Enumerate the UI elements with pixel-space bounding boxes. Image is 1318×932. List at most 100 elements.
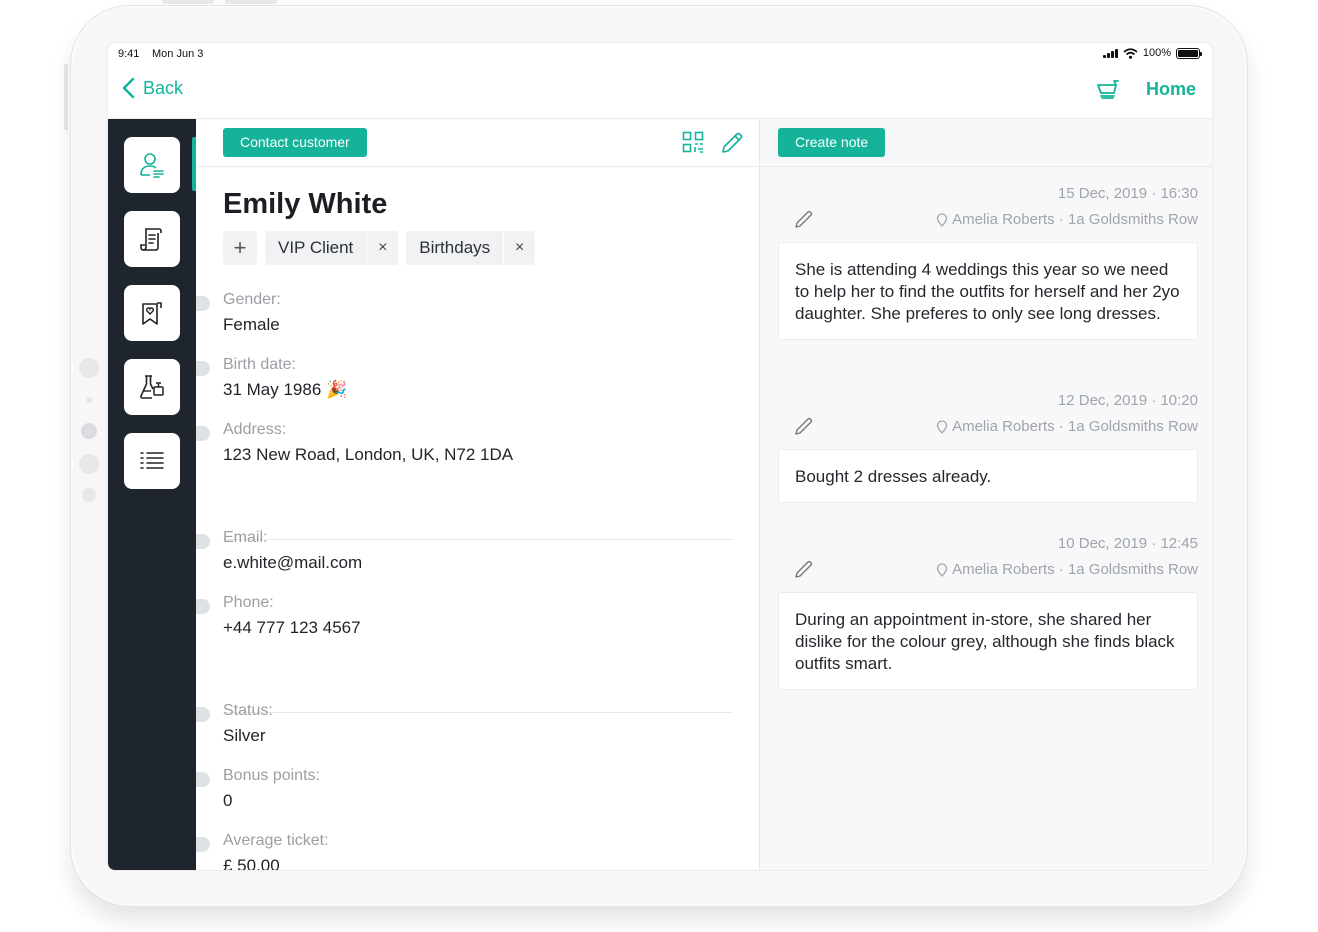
field-label: Average ticket:	[223, 832, 329, 849]
list-icon	[140, 452, 164, 469]
location-pin-icon	[936, 562, 948, 577]
notes-panel: Create note 15 Dec, 2019 · 16:30 Amelia …	[759, 119, 1212, 870]
field-average-ticket: Average ticket: £ 50.00	[196, 832, 329, 871]
field-marker	[196, 361, 210, 376]
receipt-icon	[140, 228, 162, 251]
field-label: Birth date:	[223, 356, 296, 373]
customer-profile-icon	[140, 153, 164, 178]
sidebar	[108, 119, 196, 870]
device-camera-dot	[79, 358, 99, 378]
field-marker	[196, 426, 210, 441]
sidebar-item-purchases[interactable]	[124, 211, 180, 267]
app-screen: 9:41 Mon Jun 3 100% Back Home Contact cu…	[107, 42, 1213, 871]
device-side-button	[64, 64, 68, 130]
tag-chip: VIP Client ×	[265, 231, 399, 265]
tag-chip: Birthdays ×	[406, 231, 536, 265]
device-sensor-dot	[86, 397, 92, 403]
field-label: Address:	[223, 421, 287, 438]
location-pin-icon	[936, 212, 948, 227]
note-card[interactable]: During an appointment in-store, she shar…	[778, 592, 1198, 690]
customer-details-panel: Contact customer Emily White + VIP Clien…	[196, 119, 759, 871]
section-divider	[223, 712, 733, 713]
note-datetime: 15 Dec, 2019 · 16:30	[1057, 185, 1198, 202]
samples-icon	[140, 375, 164, 399]
notes-toolbar: Create note	[760, 119, 1212, 167]
field-gender: Gender: Female	[196, 291, 281, 341]
field-label: Status:	[223, 702, 273, 719]
battery-icon	[1176, 47, 1202, 59]
field-email: Email: e.white@mail.com	[196, 529, 362, 579]
cart-icon	[1097, 80, 1119, 99]
field-value: 31 May 1986 🎉	[223, 380, 348, 399]
field-marker	[196, 599, 210, 614]
edit-note-icon[interactable]	[794, 559, 814, 579]
navigation-bar: Back Home	[108, 65, 1212, 119]
field-marker	[196, 772, 210, 787]
note-item: 12 Dec, 2019 · 10:20 Amelia Roberts · 1a…	[778, 392, 1198, 503]
field-birth-date: Birth date: 31 May 1986 🎉	[196, 356, 348, 406]
wishlist-icon	[142, 302, 162, 325]
note-item: 10 Dec, 2019 · 12:45 Amelia Roberts · 1a…	[778, 535, 1198, 690]
note-datetime: 12 Dec, 2019 · 10:20	[1057, 392, 1198, 409]
tag-label: Birthdays	[419, 238, 491, 257]
device-sensor-dot	[82, 488, 96, 502]
device-volume-button	[162, 0, 214, 4]
field-label: Bonus points:	[223, 767, 320, 784]
note-author-location: Amelia Roberts · 1a Goldsmiths Row	[952, 211, 1198, 228]
cart-button[interactable]	[1096, 78, 1120, 107]
field-marker	[196, 837, 210, 852]
tag-list: + VIP Client × Birthdays ×	[223, 231, 536, 265]
chevron-left-icon	[122, 77, 135, 99]
create-note-button[interactable]: Create note	[778, 128, 886, 157]
location-pin-icon	[936, 419, 948, 434]
status-bar: 9:41 Mon Jun 3 100%	[108, 43, 1212, 65]
note-item: 15 Dec, 2019 · 16:30 Amelia Roberts · 1a…	[778, 185, 1198, 340]
back-button[interactable]: Back	[122, 77, 183, 99]
home-button[interactable]: Home	[1146, 79, 1196, 100]
qr-code-icon[interactable]	[682, 131, 704, 153]
field-label: Email:	[223, 529, 268, 546]
sidebar-item-wishlist[interactable]	[124, 285, 180, 341]
edit-note-icon[interactable]	[794, 416, 814, 436]
device-sensor-dot	[79, 454, 99, 474]
device-volume-button	[225, 0, 277, 4]
battery-percent: 100%	[1142, 47, 1171, 59]
note-datetime: 10 Dec, 2019 · 12:45	[1057, 535, 1198, 552]
remove-tag-icon[interactable]: ×	[366, 231, 398, 265]
status-date: Mon Jun 3	[152, 48, 204, 60]
field-bonus-points: Bonus points: 0	[196, 767, 320, 817]
note-card[interactable]: She is attending 4 weddings this year so…	[778, 242, 1198, 340]
contact-customer-button[interactable]: Contact customer	[223, 128, 367, 157]
field-label: Gender:	[223, 291, 281, 308]
field-marker	[196, 707, 210, 722]
back-label: Back	[143, 77, 184, 98]
add-tag-button[interactable]: +	[223, 231, 257, 265]
edit-note-icon[interactable]	[794, 209, 814, 229]
device-camera-dot	[81, 423, 97, 439]
wifi-icon	[1123, 47, 1138, 59]
field-value: 123 New Road, London, UK, N72 1DA	[223, 445, 514, 464]
tag-label: VIP Client	[278, 238, 354, 257]
note-author-location: Amelia Roberts · 1a Goldsmiths Row	[952, 418, 1198, 435]
sidebar-item-profile[interactable]	[124, 137, 180, 193]
field-marker	[196, 534, 210, 549]
field-label: Phone:	[223, 594, 274, 611]
note-card[interactable]: Bought 2 dresses already.	[778, 449, 1198, 503]
field-value: 0	[223, 791, 233, 810]
status-time: 9:41	[118, 48, 140, 60]
field-value: £ 50.00	[223, 856, 280, 871]
note-author-location: Amelia Roberts · 1a Goldsmiths Row	[952, 561, 1198, 578]
field-status: Status: Silver	[196, 702, 273, 752]
customer-toolbar: Contact customer	[196, 119, 759, 167]
field-value: Female	[223, 315, 280, 334]
sidebar-item-list[interactable]	[124, 433, 180, 489]
field-value[interactable]: +44 777 123 4567	[223, 618, 361, 644]
field-marker	[196, 296, 210, 311]
edit-pencil-icon[interactable]	[720, 131, 744, 155]
field-phone: Phone: +44 777 123 4567	[196, 594, 361, 644]
cellular-signal-icon	[1102, 48, 1118, 58]
field-value[interactable]: e.white@mail.com	[223, 553, 362, 579]
field-value: Silver	[223, 726, 266, 745]
remove-tag-icon[interactable]: ×	[503, 231, 535, 265]
sidebar-item-samples[interactable]	[124, 359, 180, 415]
